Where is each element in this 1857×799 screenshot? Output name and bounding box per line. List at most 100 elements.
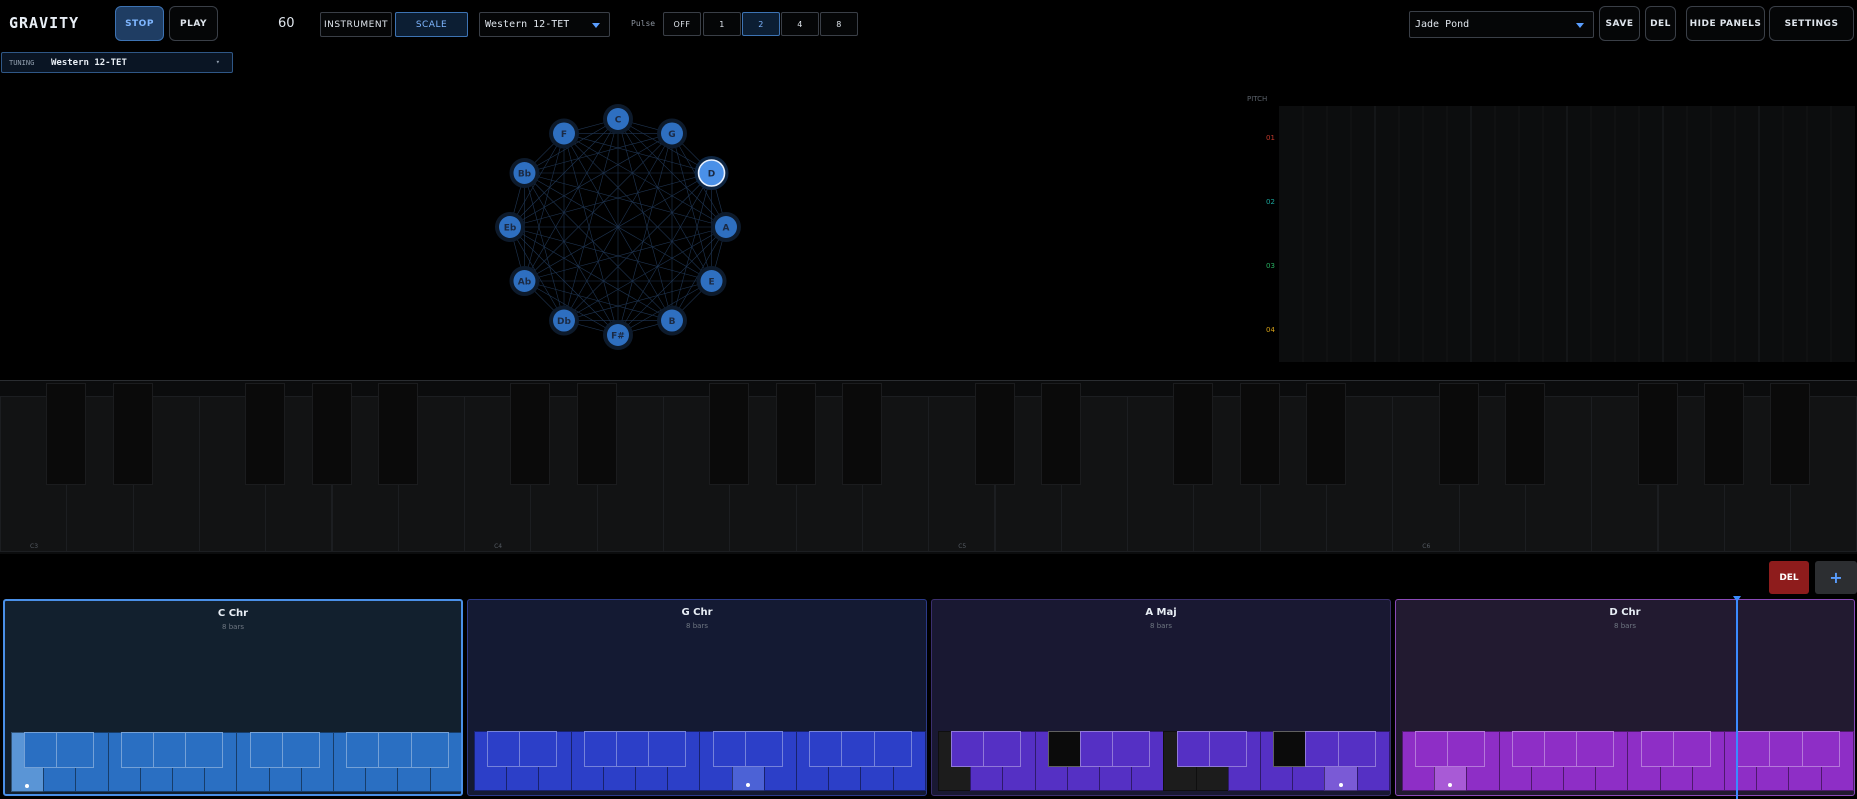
black-key[interactable] — [841, 383, 882, 485]
mini-black-key[interactable] — [1208, 731, 1247, 767]
mini-black-key[interactable] — [519, 731, 558, 767]
pitch-row-label: 01 — [1266, 134, 1275, 142]
black-key[interactable] — [112, 383, 153, 485]
note-node-label: E — [708, 278, 714, 288]
black-key[interactable] — [576, 383, 617, 485]
mini-black-key[interactable] — [1672, 731, 1711, 767]
chord-card[interactable]: C Chr 8 bars — [3, 599, 463, 796]
mini-black-key[interactable] — [744, 731, 783, 767]
note-node-b[interactable]: B — [657, 305, 687, 336]
note-node-label: A — [723, 224, 730, 234]
black-key[interactable] — [311, 383, 352, 485]
chord-name: C Chr — [217, 608, 249, 619]
mini-black-key[interactable] — [873, 731, 912, 767]
black-key[interactable] — [974, 383, 1015, 485]
black-key[interactable] — [1239, 383, 1280, 485]
delete-preset-button[interactable]: DEL — [1645, 6, 1676, 41]
black-key[interactable] — [1703, 383, 1744, 485]
mini-black-key[interactable] — [1576, 731, 1615, 767]
pitch-row-label: 04 — [1266, 326, 1275, 334]
octave-label: C6 — [1422, 543, 1431, 550]
chord-card[interactable]: D Chr 8 bars — [1395, 599, 1855, 796]
black-key[interactable] — [245, 383, 286, 485]
note-node-e[interactable]: E — [696, 266, 727, 296]
note-node-label: D — [708, 170, 715, 180]
black-key[interactable] — [1040, 383, 1081, 485]
play-button[interactable]: PLAY — [169, 6, 218, 41]
preset-select-value: Jade Pond — [1415, 19, 1470, 30]
black-key[interactable] — [709, 383, 750, 485]
note-node-fsharp[interactable]: F# — [603, 320, 633, 350]
stop-button[interactable]: STOP — [115, 6, 164, 41]
black-key[interactable] — [1438, 383, 1479, 485]
chord-card[interactable]: A Maj 8 bars — [931, 599, 1391, 796]
playhead[interactable] — [1736, 599, 1738, 799]
black-key[interactable] — [1637, 383, 1678, 485]
circle-connection-line — [524, 172, 673, 321]
note-node-bb[interactable]: Bb — [509, 158, 540, 188]
mini-black-key[interactable] — [410, 732, 449, 768]
octave-label: C3 — [30, 543, 39, 550]
mini-black-key[interactable] — [281, 732, 320, 768]
chord-bars: 8 bars — [686, 622, 708, 630]
pulse-option-off[interactable]: OFF — [663, 12, 701, 36]
instrument-mode-button[interactable]: INSTRUMENT — [320, 12, 392, 37]
circle-connection-line — [563, 133, 712, 282]
root-note-dot — [745, 783, 750, 787]
scale-select[interactable]: Western 12-TET — [479, 12, 610, 37]
octave-label: C4 — [494, 543, 503, 550]
black-key[interactable] — [1173, 383, 1214, 485]
black-key[interactable] — [1306, 383, 1346, 485]
pitch-grid[interactable] — [1279, 106, 1855, 362]
save-preset-button[interactable]: SAVE — [1599, 6, 1640, 41]
black-key[interactable] — [46, 383, 87, 485]
mini-black-key[interactable] — [185, 732, 224, 768]
note-node-eb[interactable]: Eb — [495, 212, 525, 242]
pulse-label: Pulse — [631, 19, 656, 28]
chord-name: G Chr — [681, 607, 713, 618]
delete-chord-button[interactable]: DEL — [1769, 561, 1809, 594]
note-node-label: Ab — [518, 278, 532, 288]
mini-black-key[interactable] — [1112, 731, 1151, 767]
pulse-option-2[interactable]: 2 — [742, 12, 780, 36]
hide-panels-button[interactable]: HIDE PANELS — [1686, 6, 1765, 41]
settings-button[interactable]: SETTINGS — [1769, 6, 1854, 41]
pitch-row-label: 03 — [1266, 262, 1275, 270]
scale-mode-button[interactable]: SCALE — [395, 12, 468, 37]
note-node-ab[interactable]: Ab — [509, 266, 540, 296]
mini-black-key[interactable] — [648, 731, 687, 767]
black-key[interactable] — [775, 383, 816, 485]
black-key[interactable] — [1504, 383, 1545, 485]
top-toolbar: GRAVITY STOP PLAY 60 INSTRUMENT SCALE We… — [0, 0, 1857, 48]
root-note-dot — [1338, 783, 1343, 787]
circle-connection-line — [524, 172, 565, 321]
note-node-label: G — [668, 130, 675, 140]
pulse-option-1[interactable]: 1 — [703, 12, 741, 36]
note-node-g[interactable]: G — [657, 118, 687, 149]
mini-black-key[interactable] — [56, 732, 95, 768]
note-node-c[interactable]: C — [603, 104, 633, 134]
note-node-a[interactable]: A — [711, 212, 741, 242]
tempo-value[interactable]: 60 — [278, 16, 295, 31]
mini-black-key[interactable] — [1337, 731, 1376, 767]
mini-black-key[interactable] — [983, 731, 1022, 767]
scale-select-value: Western 12-TET — [485, 19, 570, 30]
black-key[interactable] — [1770, 383, 1811, 485]
add-chord-button[interactable]: + — [1815, 561, 1857, 594]
note-node-label: F# — [611, 332, 625, 342]
chord-card[interactable]: G Chr 8 bars — [467, 599, 927, 796]
circle-connection-line — [524, 133, 673, 282]
mini-black-key[interactable] — [1801, 731, 1840, 767]
pulse-option-4[interactable]: 4 — [781, 12, 819, 36]
piano-keyboard[interactable]: C3 C4 C5 C6 — [0, 380, 1857, 554]
preset-select[interactable]: Jade Pond — [1409, 11, 1594, 38]
note-node-db[interactable]: Db — [549, 305, 579, 336]
note-node-d[interactable]: D — [694, 156, 729, 190]
tuning-selector[interactable]: TUNING Western 12-TET ▾ — [1, 52, 233, 73]
dropdown-arrow-icon: ▾ — [215, 58, 220, 66]
black-key[interactable] — [377, 383, 418, 485]
mini-black-key[interactable] — [1447, 731, 1486, 767]
pulse-option-8[interactable]: 8 — [820, 12, 858, 36]
note-node-f[interactable]: F — [549, 118, 579, 149]
black-key[interactable] — [510, 383, 551, 485]
